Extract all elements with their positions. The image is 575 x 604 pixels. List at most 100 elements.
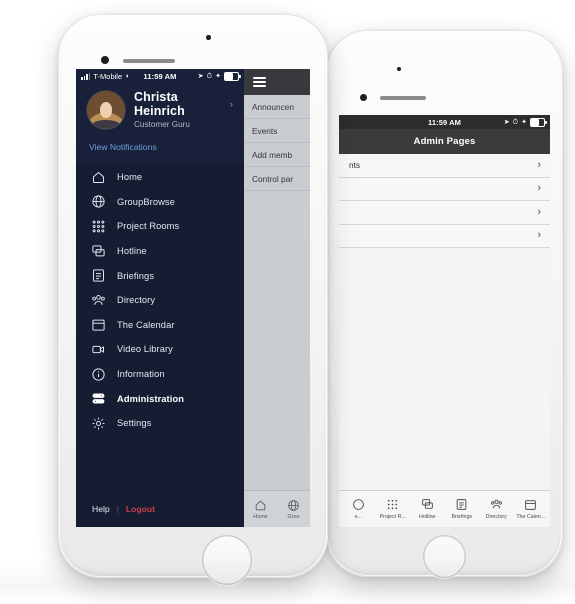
admin-list-item[interactable]: nts ›: [339, 154, 550, 178]
back-status-right: ➤ ⏱ ✦: [461, 117, 547, 127]
sidebar-item-label: Information: [117, 369, 165, 380]
sidebar-item-label: The Calendar: [117, 319, 175, 330]
carrier-label: T-Mobile: [93, 71, 123, 81]
tab-label: Directory: [485, 513, 507, 520]
sidebar-item-label: GroupBrowse: [117, 196, 175, 207]
admin-list-item[interactable]: ›: [339, 177, 550, 201]
sidebar-item-label: Video Library: [117, 344, 173, 355]
admin-list-item[interactable]: ›: [339, 224, 550, 248]
chevron-right-icon: ›: [537, 158, 541, 171]
sidebar-footer: Help | Logout: [76, 504, 244, 527]
admin-page-title: Admin Pages: [413, 136, 476, 147]
hamburger-menu-icon[interactable]: [253, 76, 266, 88]
sidebar-item-directory[interactable]: Directory: [76, 288, 244, 313]
tab-label: The Calen...: [516, 513, 546, 520]
sidebar-item-label: Project Rooms: [117, 221, 180, 232]
avatar-shoulder: [91, 120, 121, 129]
battery-icon: [530, 117, 547, 127]
front-status-bar: T-Mobile ◗ 11:59 AM ➤ ⏱ ✦: [76, 69, 244, 83]
peek-tab-groupbrowse[interactable]: Grou: [277, 499, 310, 520]
sidebar-item-administration[interactable]: Administration: [76, 386, 244, 411]
grid-dots-icon: [90, 218, 106, 234]
sidebar-item-project-rooms[interactable]: Project Rooms: [76, 214, 244, 239]
sidebar-item-label: Settings: [117, 418, 152, 429]
chevron-right-icon: ›: [537, 229, 541, 242]
front-phone-speaker-icon: [123, 58, 175, 63]
page-title: Christa Heinrich: [134, 90, 185, 118]
tab-label: e...: [354, 513, 362, 520]
sidebar-app: T-Mobile ◗ 11:59 AM ➤ ⏱ ✦ Christa Heinri…: [76, 69, 310, 527]
peek-tab-label: Home: [253, 513, 268, 520]
peek-list-item[interactable]: Add memb: [244, 143, 310, 167]
back-phone-device: 11:59 AM ➤ ⏱ ✦ Admin Pages nts › › › › e…: [326, 30, 563, 578]
wifi-icon: ◗: [125, 72, 130, 80]
battery-icon: [224, 71, 241, 81]
partial-icon: [352, 499, 364, 511]
view-notifications-link[interactable]: View Notifications: [87, 129, 233, 163]
sidebar-item-the-calendar[interactable]: The Calendar: [76, 313, 244, 338]
tab-hotline[interactable]: Hotline: [412, 498, 442, 520]
sidebar-item-information[interactable]: Information: [76, 362, 244, 387]
admin-tab-bar: e... Project R... Hotline Briefings Dire…: [339, 490, 550, 527]
gear-icon: [90, 415, 106, 431]
tab-directory[interactable]: Directory: [481, 498, 511, 520]
user-profile[interactable]: Christa Heinrich › Customer Guru: [87, 90, 233, 129]
footer-separator: |: [116, 504, 119, 514]
peek-list-item[interactable]: Events: [244, 119, 310, 143]
sidebar-item-briefings[interactable]: Briefings: [76, 263, 244, 288]
sidebar-item-settings[interactable]: Settings: [76, 411, 244, 436]
peek-list-item[interactable]: Announcen: [244, 95, 310, 119]
globe-icon: [288, 499, 299, 511]
admin-row-list: nts › › › ›: [339, 154, 550, 248]
chevron-right-icon: ›: [537, 205, 541, 218]
front-phone-screen: T-Mobile ◗ 11:59 AM ➤ ⏱ ✦ Christa Heinri…: [76, 69, 310, 527]
globe-icon: [90, 194, 106, 210]
tab-briefings[interactable]: Briefings: [447, 498, 477, 520]
peek-tab-home[interactable]: Home: [244, 499, 277, 520]
server-stack-icon: [90, 391, 106, 407]
tab-the-calendar[interactable]: The Calen...: [516, 498, 546, 520]
ground-shadow: [0, 558, 575, 604]
admin-pages-app: 11:59 AM ➤ ⏱ ✦ Admin Pages nts › › › › e…: [339, 115, 550, 527]
tab-label: Project R...: [379, 513, 406, 520]
tab-project-rooms[interactable]: Project R...: [378, 498, 408, 520]
admin-list-item-label: nts: [349, 160, 361, 171]
home-icon: [90, 169, 106, 185]
back-status-bar: 11:59 AM ➤ ⏱ ✦: [339, 115, 550, 129]
document-lines-icon: [90, 268, 106, 284]
peek-tab-bar: Home Grou: [244, 490, 310, 527]
bluetooth-icon: ✦: [215, 72, 222, 80]
front-status-time: 11:59 AM: [143, 71, 177, 81]
peek-navbar: [244, 69, 310, 95]
sidebar-item-home[interactable]: Home: [76, 165, 244, 190]
sidebar-item-label: Briefings: [117, 270, 155, 281]
front-phone-device: T-Mobile ◗ 11:59 AM ➤ ⏱ ✦ Christa Heinri…: [58, 14, 328, 585]
grid-dots-icon: [388, 500, 398, 510]
alarm-icon: ⏱: [206, 72, 213, 80]
sidebar-item-label: Directory: [117, 295, 156, 306]
sidebar-item-video-library[interactable]: Video Library: [76, 337, 244, 362]
tab-label: Briefings: [451, 513, 473, 520]
logout-link[interactable]: Logout: [126, 504, 155, 514]
help-link[interactable]: Help: [92, 504, 110, 514]
chat-bubbles-icon: [90, 243, 106, 259]
sidebar-menu: Home GroupBrowse Project Rooms Hotline B…: [76, 163, 244, 504]
people-group-icon: [490, 499, 502, 509]
sidebar-item-groupbrowse[interactable]: GroupBrowse: [76, 190, 244, 215]
admin-list-item[interactable]: ›: [339, 201, 550, 225]
tab-partial[interactable]: e...: [343, 498, 373, 520]
navigation-sidebar: T-Mobile ◗ 11:59 AM ➤ ⏱ ✦ Christa Heinri…: [76, 69, 244, 527]
admin-navbar: Admin Pages: [339, 129, 550, 154]
peek-panel: Announcen Events Add memb Control par Ho…: [244, 69, 310, 527]
back-phone-speaker-icon: [380, 96, 426, 100]
peek-list-item[interactable]: Control par: [244, 167, 310, 191]
video-camera-icon: [90, 341, 106, 357]
sidebar-item-label: Administration: [117, 393, 184, 404]
calendar-icon: [525, 500, 537, 511]
admin-empty-area: [339, 248, 550, 490]
location-arrow-icon: ➤: [503, 118, 510, 126]
signal-bars-icon: [81, 72, 91, 80]
home-icon: [255, 500, 266, 510]
sidebar-item-hotline[interactable]: Hotline: [76, 239, 244, 264]
alarm-icon: ⏱: [512, 118, 519, 126]
